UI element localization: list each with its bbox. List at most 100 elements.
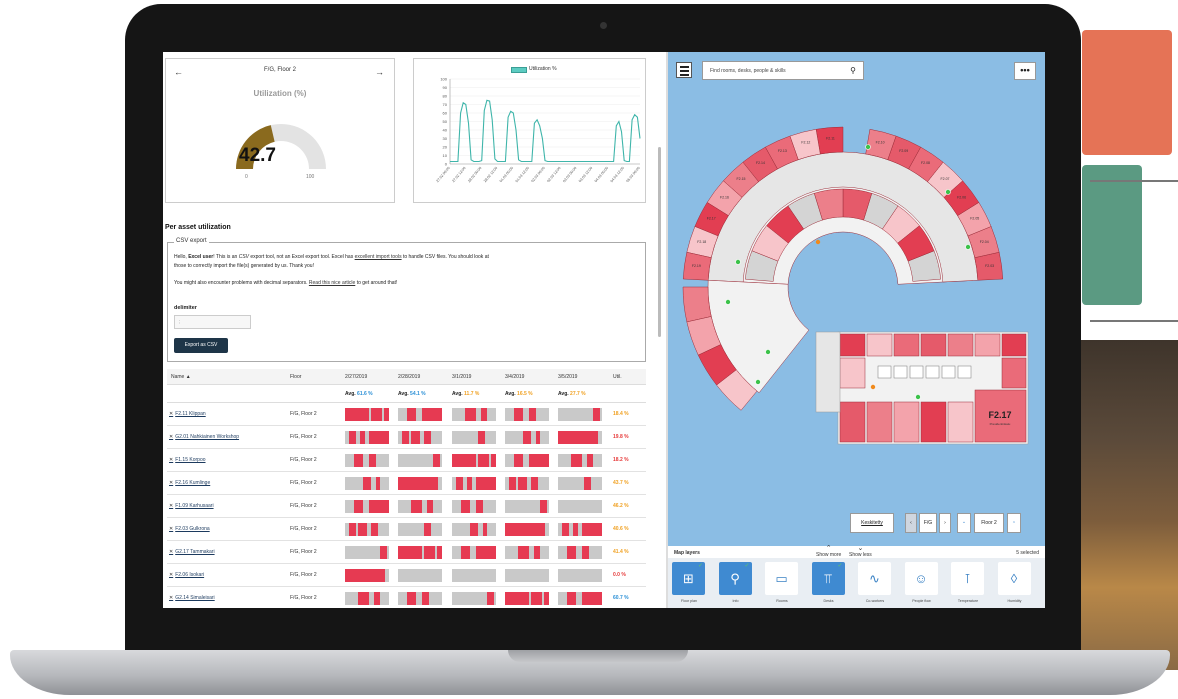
room-label: F2.16 <box>720 195 729 199</box>
utilization-bar-segment <box>360 431 365 444</box>
utilization-bar-segment <box>529 454 549 467</box>
utilization-bar-cell <box>558 431 602 444</box>
room-label: F2.03 <box>985 264 994 268</box>
remove-icon[interactable]: ✕ <box>169 434 173 440</box>
room <box>839 357 866 389</box>
room <box>920 333 947 357</box>
delimiter-input[interactable]: ; <box>174 315 251 329</box>
floorplan-icon[interactable]: ⊞ ✓ <box>672 562 705 595</box>
utilization-bar-segment <box>522 431 532 444</box>
background-wood-wall <box>1080 340 1178 670</box>
table-row[interactable]: ✕ F2.11 Klippan F/G, Floor 2 18.4 % <box>167 403 646 426</box>
prev-building-button[interactable]: ‹ <box>905 513 917 533</box>
asset-name-link[interactable]: ✕ F2.03 Gulkrona <box>169 526 210 532</box>
remove-icon[interactable]: ✕ <box>169 526 173 532</box>
asset-name-link[interactable]: ✕ F1.09 Karhusaari <box>169 503 214 509</box>
room-label: F2.04 <box>980 240 989 244</box>
header-date[interactable]: 3/5/2019 <box>558 374 577 380</box>
remove-icon[interactable]: ✕ <box>169 480 173 486</box>
asset-name-link[interactable]: ✕ F1.15 Korpoo <box>169 457 206 463</box>
import-tools-link[interactable]: excellent import tools <box>355 254 402 260</box>
pin-icon[interactable]: ⚲ ✓ <box>718 562 752 595</box>
activity-icon[interactable]: ∿ <box>858 562 891 595</box>
utilization-bar-segment <box>358 523 367 536</box>
table-row[interactable]: ✕ F2.06 Isokari F/G, Floor 2 0.0 % <box>167 564 646 587</box>
monitor-icon[interactable]: ▭ <box>765 562 798 595</box>
show-more-button[interactable]: ⌃ Show more <box>816 545 841 558</box>
asset-name-link[interactable]: ✕ G2.14 Simaleisari <box>169 595 215 601</box>
export-csv-button[interactable]: Export as CSV <box>174 338 228 353</box>
table-row[interactable]: ✕ F1.15 Korpoo F/G, Floor 2 18.2 % <box>167 449 646 472</box>
floor-up-button[interactable]: ⌃ <box>1007 513 1021 533</box>
csv-text-em: CSV <box>238 254 249 260</box>
header-name[interactable]: Name ▲ <box>171 374 191 380</box>
drop-icon[interactable]: ◊ <box>997 562 1031 595</box>
table-row[interactable]: ✕ G2.01 Nahkiainen Workshop F/G, Floor 2 19… <box>167 426 646 449</box>
remove-icon[interactable]: ✕ <box>169 457 173 463</box>
line-chart-card: Utilization % 0 10 20 30 40 50 60 70 80 90 100 27.0… <box>413 58 646 203</box>
desk-icon[interactable]: ⫪ ✓ <box>811 562 845 595</box>
table-row[interactable]: ✕ F2.16 Kumlinge F/G, Floor 2 43.7 % <box>167 472 646 495</box>
more-options-button[interactable]: ••• <box>1014 62 1036 80</box>
asset-name-link[interactable]: ✕ F2.06 Isokari <box>169 572 204 578</box>
x-tick-label: 03.03 12:00 <box>578 166 593 183</box>
show-less-button[interactable]: ⌄ Show less <box>849 545 872 558</box>
remove-icon[interactable]: ✕ <box>169 549 173 555</box>
room-label: F2.08 <box>921 161 930 165</box>
room-label: F2.12 <box>801 141 810 145</box>
floor-map[interactable]: F2.03 F2.04 F2.05 F2.06 F2.07 F2.08 F2.09 F2.10… <box>668 52 1045 546</box>
utilization-bar-segment <box>411 500 423 513</box>
building-select[interactable]: F/G <box>919 513 937 533</box>
header-date[interactable]: 3/1/2019 <box>452 374 471 380</box>
utilization-bar-segment <box>422 592 429 605</box>
hamburger-menu-icon[interactable] <box>676 62 692 78</box>
csv-notice-line3: You might also encounter problems with d… <box>174 279 397 288</box>
floor-down-button[interactable]: ⌄ <box>957 513 971 533</box>
utilization-bar-cell <box>452 500 496 513</box>
csv-text-part: Hello, <box>174 254 189 260</box>
asset-name-link[interactable]: ✕ F2.16 Kumlinge <box>169 480 210 486</box>
layer-caption: Info <box>732 599 739 603</box>
sensor-dot <box>755 379 761 385</box>
utilization-bar-segment <box>398 546 423 559</box>
article-link[interactable]: Read this nice article <box>309 280 355 286</box>
thermometer-icon[interactable]: ⊺ <box>951 562 984 595</box>
asset-name-link[interactable]: ✕ G2.01 Nahkiainen Workshop <box>169 434 239 440</box>
map-search-input[interactable]: Find rooms, desks, people & skills ⚲ <box>702 61 864 80</box>
room <box>947 401 974 443</box>
asset-utilization: 40.6 % <box>613 526 629 532</box>
floor-select[interactable]: Floor 2 <box>974 513 1004 533</box>
asset-name-link[interactable]: ✕ F2.11 Klippan <box>169 411 206 417</box>
header-date[interactable]: 2/28/2019 <box>398 374 420 380</box>
layer-caption: Desks <box>823 599 834 603</box>
utilization-bar-cell <box>345 477 389 490</box>
header-date[interactable]: 3/4/2019 <box>505 374 524 380</box>
next-building-button[interactable]: › <box>939 513 951 533</box>
utilization-bar-cell <box>505 408 549 421</box>
asset-floor: F/G, Floor 2 <box>290 411 317 417</box>
header-floor[interactable]: Floor <box>290 374 301 380</box>
search-icon[interactable]: ⚲ <box>850 66 856 75</box>
remove-icon[interactable]: ✕ <box>169 572 173 578</box>
utilization-bar-cell <box>558 592 602 605</box>
utilization-bar-segment <box>482 523 488 536</box>
asset-name-link[interactable]: ✕ G2.17 Tammakari <box>169 549 215 555</box>
room-label: F2.09 <box>899 149 908 153</box>
remove-icon[interactable]: ✕ <box>169 411 173 417</box>
room-label: F2.15 <box>737 177 746 181</box>
utilization-bar-segment <box>469 523 479 536</box>
table-row[interactable]: ✕ F1.09 Karhusaari F/G, Floor 2 46.2 % <box>167 495 646 518</box>
people-icon[interactable]: ☺ <box>904 562 938 595</box>
header-util[interactable]: Util. <box>613 374 622 380</box>
table-row[interactable]: ✕ G2.14 Simaleisari F/G, Floor 2 60.7 % <box>167 587 646 608</box>
scrollbar[interactable] <box>658 147 661 337</box>
recenter-button[interactable]: Keskitetty <box>850 513 894 533</box>
remove-icon[interactable]: ✕ <box>169 595 173 601</box>
table-row[interactable]: ✕ G2.17 Tammakari F/G, Floor 2 41.4 % <box>167 541 646 564</box>
remove-icon[interactable]: ✕ <box>169 503 173 509</box>
utilization-bar-segment <box>424 523 431 536</box>
gauge-max: 100 <box>306 174 315 180</box>
header-date[interactable]: 2/27/2019 <box>345 374 367 380</box>
table-row[interactable]: ✕ F2.03 Gulkrona F/G, Floor 2 40.6 % <box>167 518 646 541</box>
asset-floor: F/G, Floor 2 <box>290 526 317 532</box>
